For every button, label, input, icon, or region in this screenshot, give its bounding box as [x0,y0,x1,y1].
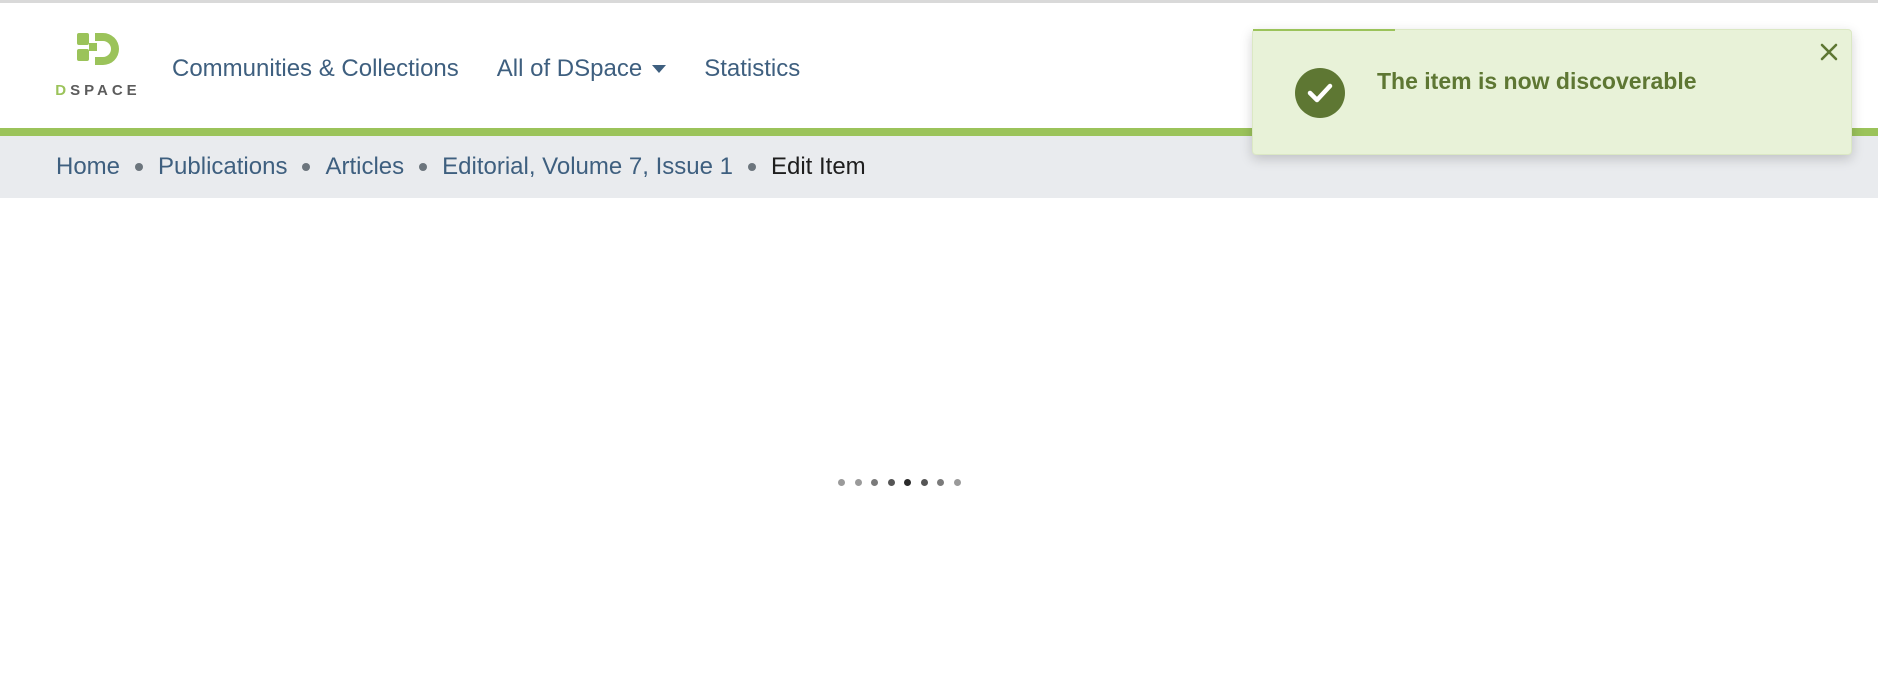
loading-dot [937,479,944,486]
loading-dot [920,479,928,486]
main-nav: Communities & Collections All of DSpace … [172,37,838,101]
nav-all-of-dspace[interactable]: All of DSpace [497,55,667,83]
nav-statistics[interactable]: Statistics [704,55,800,83]
loading-dot [854,479,862,486]
caret-down-icon [652,65,667,73]
loading-indicator [838,479,970,486]
breadcrumb-separator [747,163,756,171]
dspace-logo-icon [77,33,119,65]
breadcrumb-separator [302,163,311,171]
toast-progress-bar [1253,29,1395,31]
breadcrumb-home[interactable]: Home [56,153,120,181]
loading-dot [904,479,911,486]
toast-message: The item is now discoverable [1377,68,1697,94]
loading-dot [887,479,895,486]
loading-dot [953,479,961,486]
breadcrumb-separator [419,163,428,171]
notification-toast: The item is now discoverable [1252,29,1852,155]
check-icon [1307,83,1333,103]
loading-dot [871,479,878,486]
dspace-wordmark: DSPACE [55,82,141,99]
check-circle-icon [1295,68,1345,118]
dspace-logo[interactable]: DSPACE [50,31,146,105]
nav-communities-collections[interactable]: Communities & Collections [172,55,459,83]
loading-dot [838,479,845,486]
breadcrumb-separator [135,163,144,171]
breadcrumb-current: Edit Item [770,153,866,180]
breadcrumb-publications[interactable]: Publications [158,153,287,181]
breadcrumb-articles[interactable]: Articles [325,153,404,181]
close-icon[interactable] [1815,38,1843,66]
breadcrumb-item[interactable]: Editorial, Volume 7, Issue 1 [442,153,733,181]
